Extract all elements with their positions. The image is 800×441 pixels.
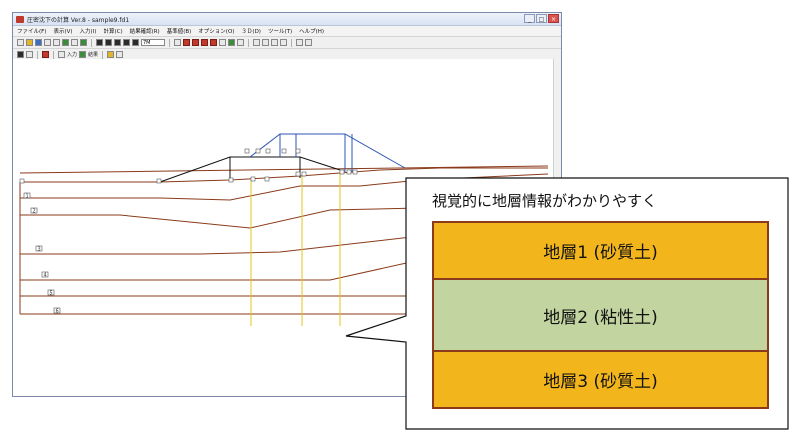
node-marker bbox=[244, 148, 250, 154]
layer-tag-6: 6 bbox=[56, 308, 59, 314]
layer-tag-2: 2 bbox=[33, 208, 36, 214]
node-marker bbox=[295, 171, 301, 177]
layer-tag-4: 4 bbox=[44, 272, 47, 278]
node-marker bbox=[352, 169, 358, 175]
node-marker bbox=[339, 169, 345, 175]
top-reference-line bbox=[19, 165, 549, 174]
node-marker bbox=[228, 177, 234, 183]
node-marker bbox=[250, 176, 256, 182]
legend-layer-1: 地層1 (砂質土) bbox=[434, 223, 767, 280]
node-marker bbox=[301, 171, 307, 177]
layer-legend: 地層1 (砂質土) 地層2 (粘性土) 地層3 (砂質土) bbox=[432, 221, 769, 409]
node-marker bbox=[156, 178, 162, 184]
layer-tag-3: 3 bbox=[38, 246, 41, 252]
callout-title: 視覚的に地層情報がわかりやすく bbox=[432, 192, 658, 210]
layer-tag-5: 5 bbox=[50, 290, 53, 296]
node-marker bbox=[19, 178, 25, 184]
node-marker bbox=[264, 176, 270, 182]
legend-layer-3: 地層3 (砂質土) bbox=[434, 352, 767, 407]
embankment-top-outline bbox=[249, 133, 406, 169]
layer-tag-1: 1 bbox=[26, 193, 29, 199]
node-marker bbox=[346, 169, 352, 175]
node-marker bbox=[265, 148, 271, 154]
legend-layer-2: 地層2 (粘性土) bbox=[434, 280, 767, 352]
node-marker bbox=[295, 148, 301, 154]
node-marker bbox=[281, 148, 287, 154]
node-marker bbox=[255, 148, 261, 154]
